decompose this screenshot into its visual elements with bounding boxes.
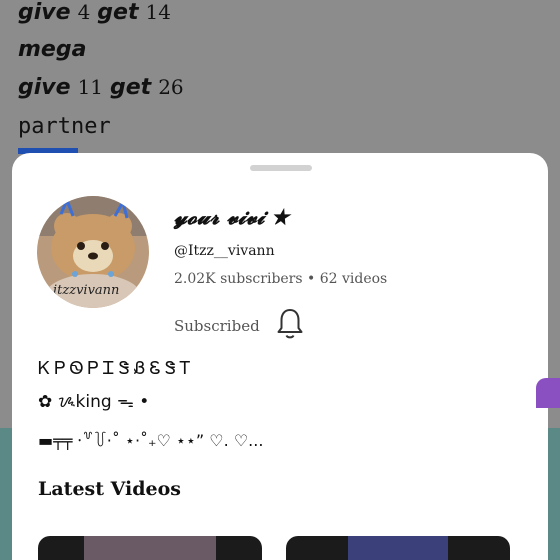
background-line-give-4-get-14: give 4 get 14 <box>18 0 171 25</box>
channel-avatar[interactable]: itzzvivann <box>37 196 149 308</box>
bio-line-2: ✿ ᝰking ᯓ • <box>38 392 150 412</box>
background-line-mega: mega <box>18 37 87 62</box>
channel-bottom-sheet: itzzvivann 𝔂𝓸𝓾𝓻 𝓿𝓲𝓿𝓲 ★ @Itzz__vivann 2.0… <box>12 153 548 560</box>
channel-handle: @Itzz__vivann <box>174 243 275 259</box>
side-peek-element <box>536 378 560 408</box>
bio-line-3: ▬╤╤ ⸱꒷꒦·˚ ⋆·˚₊♡ ⋆⋆” ♡. ♡... <box>38 431 264 450</box>
subscribed-label: Subscribed <box>174 317 260 335</box>
subscribed-button[interactable]: Subscribed <box>174 309 304 339</box>
channel-stats: 2.02K subscribers • 62 videos <box>174 271 388 287</box>
video-thumbnail-1[interactable] <box>38 536 262 560</box>
sheet-drag-handle[interactable] <box>250 165 312 171</box>
background-line-give-11-get-26: give 11 get 26 <box>18 75 184 100</box>
bio-line-1: ᏦᏢᏫᏢᏆᏕᏰᏋᏕᎢ <box>38 358 195 379</box>
bell-icon[interactable] <box>276 307 304 345</box>
latest-videos-heading: Latest Videos <box>38 478 181 500</box>
background-line-partner: partner <box>18 114 111 139</box>
channel-name: 𝔂𝓸𝓾𝓻 𝓿𝓲𝓿𝓲 ★ <box>174 204 289 229</box>
svg-text:itzzvivann: itzzvivann <box>53 283 119 298</box>
video-thumbnail-2[interactable] <box>286 536 510 560</box>
